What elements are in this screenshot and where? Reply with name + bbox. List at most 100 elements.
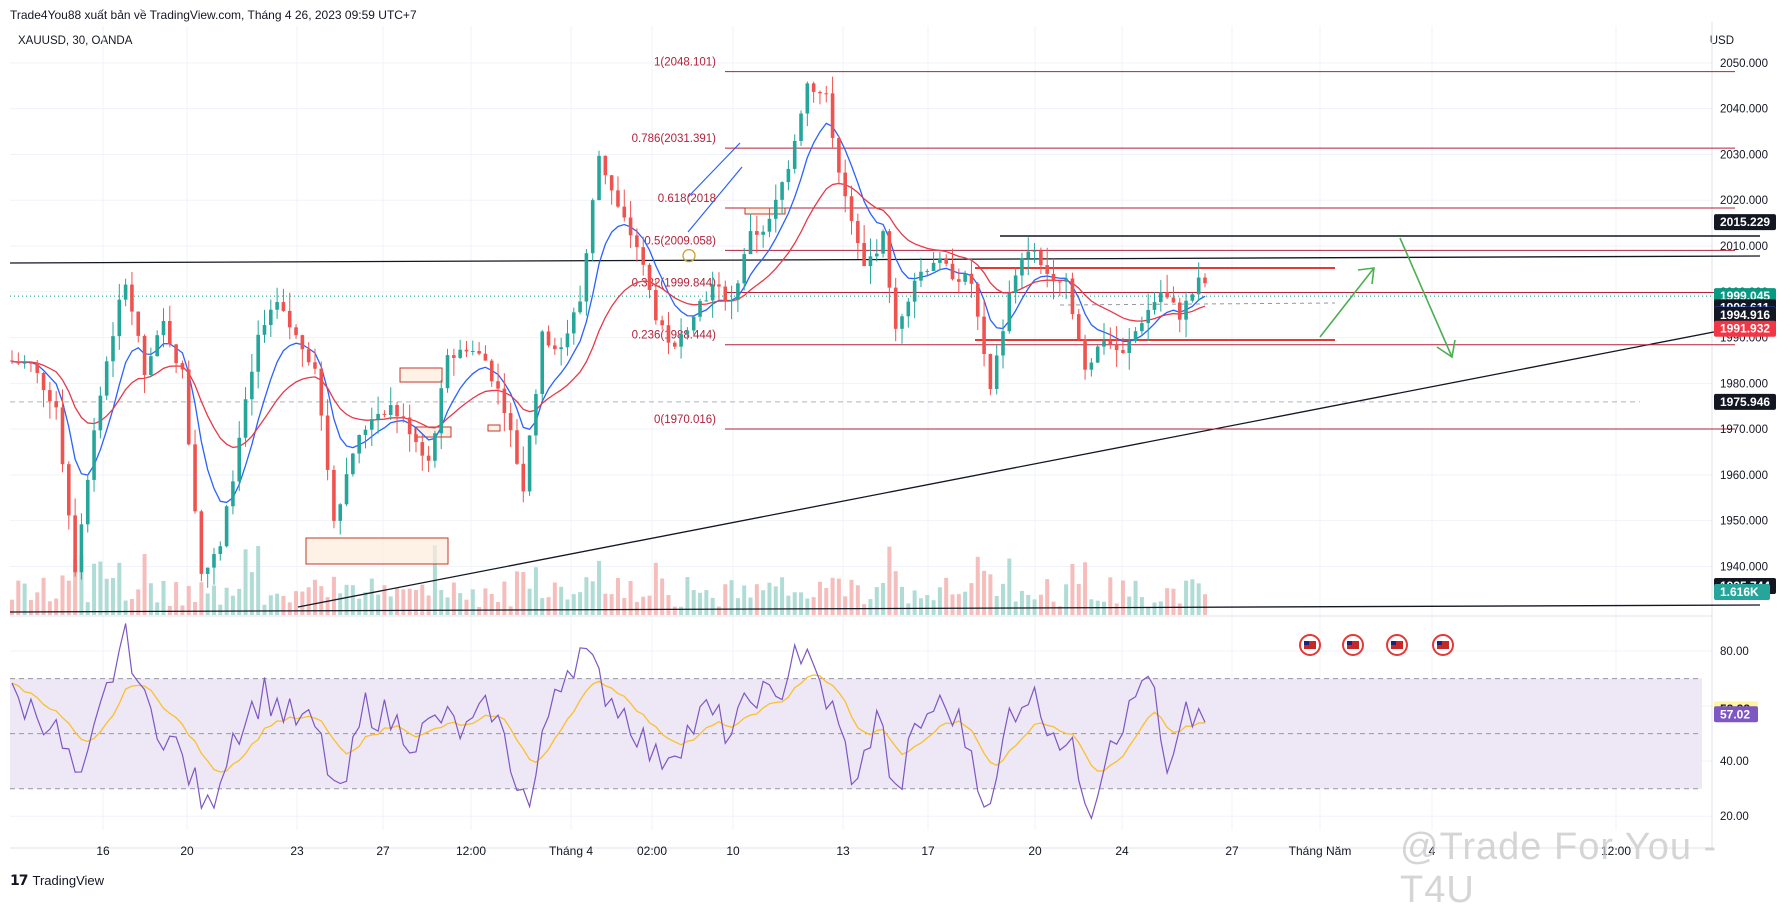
candle-body <box>464 349 469 352</box>
time-tick-label: 02:00 <box>637 844 667 858</box>
candle-body <box>186 369 191 445</box>
volume-bar <box>1064 584 1069 615</box>
fibonacci-retracement[interactable]: 1(2048.101) 0.786(2031.391) 0.618(2018 0.5(… <box>632 57 1735 430</box>
candle-body <box>679 334 683 347</box>
candle-body <box>508 413 513 431</box>
trendlines[interactable] <box>9 142 1761 613</box>
volume-bar <box>1177 603 1182 615</box>
volume-bar <box>230 595 235 615</box>
volume-bar <box>41 577 46 615</box>
volume-bar <box>975 556 980 615</box>
candle-body <box>401 416 406 418</box>
candle-body <box>729 299 734 302</box>
candle-body <box>856 220 860 243</box>
volume-bar <box>874 587 879 615</box>
candle-body <box>439 388 444 434</box>
supply-zone-box[interactable] <box>487 424 501 432</box>
candle-body <box>818 91 822 94</box>
candle-body <box>174 344 178 364</box>
candle-body <box>635 235 639 248</box>
volume-bar <box>672 606 677 615</box>
candle-body <box>502 388 507 414</box>
candle-body <box>161 320 166 336</box>
channel-line[interactable] <box>687 142 741 198</box>
volume-bar <box>862 604 867 615</box>
volume-bar <box>679 606 684 615</box>
fib-level-label: 0.5(2009.058) <box>644 235 716 247</box>
candle-body <box>773 199 778 219</box>
volume-bar <box>546 597 551 615</box>
candle-body <box>388 405 393 415</box>
price-level-label: 1994.916 <box>1720 308 1770 322</box>
volume-bar <box>597 560 602 615</box>
volume-bar <box>477 606 482 615</box>
candle-body <box>748 231 753 255</box>
resistance-line[interactable] <box>9 255 1761 264</box>
volume-bars <box>10 545 1207 615</box>
ascending-trendline[interactable] <box>297 322 1761 608</box>
volume-bar <box>900 586 905 615</box>
candle-body <box>1159 292 1163 303</box>
fib-level-label: 0.236(1988.444) <box>632 330 717 342</box>
fib-level-label: 0.786(2031.391) <box>632 133 717 145</box>
candle-body <box>313 362 317 369</box>
candle-body <box>1095 346 1100 363</box>
arrow-down[interactable] <box>1399 237 1453 358</box>
candle-body <box>868 256 873 267</box>
candle-body <box>830 93 835 138</box>
candle-body <box>1127 341 1132 353</box>
candle-body <box>29 362 33 364</box>
candle-body <box>1102 340 1106 347</box>
candle-body <box>925 271 930 273</box>
candle-body <box>982 316 986 354</box>
volume-bar <box>912 590 917 615</box>
supply-zone-box[interactable] <box>399 367 443 383</box>
projection-arrows[interactable] <box>1319 237 1456 359</box>
price-chart[interactable]: 1(2048.101) 0.786(2031.391) 0.618(2018 0.5(… <box>0 0 1790 901</box>
price-level-label: 1975.946 <box>1720 395 1770 409</box>
candle-body <box>275 302 279 310</box>
candle-body <box>1001 331 1005 356</box>
volume-bar <box>388 596 393 615</box>
volume-bar <box>799 592 804 615</box>
volume-bar <box>16 580 21 615</box>
candle-body <box>433 433 437 461</box>
volume-bar <box>1127 596 1132 615</box>
volume-bar <box>925 595 930 615</box>
candle-body <box>123 284 128 300</box>
candle-body <box>578 301 582 313</box>
time-tick-label: 27 <box>1225 844 1239 858</box>
volume-bar <box>167 605 172 615</box>
arrow-up[interactable] <box>1319 267 1375 338</box>
volume-bar <box>1007 558 1012 615</box>
candle-body <box>351 453 355 475</box>
candle-body <box>262 325 267 335</box>
volume-bar <box>1171 588 1176 615</box>
volume-bar <box>312 579 317 615</box>
demand-zone-box[interactable] <box>305 537 449 565</box>
candle-body <box>256 334 260 372</box>
candle-body <box>912 280 917 302</box>
candle-body <box>597 155 601 201</box>
tradingview-logo-icon: 𝟭𝟳 <box>10 872 29 888</box>
rsi-value-label: 57.02 <box>1720 707 1750 721</box>
candle-body <box>319 368 324 416</box>
volume-bar <box>653 562 658 615</box>
tradingview-footer[interactable]: 𝟭𝟳 TradingView <box>10 872 104 889</box>
supply-zone-box[interactable] <box>744 207 786 215</box>
volume-bar <box>609 594 614 615</box>
price-axis[interactable]: 1940.000 1950.000 1960.000 1970.000 1980.000… <box>1714 58 1776 823</box>
volume-bar <box>963 591 968 615</box>
candle-body <box>1064 278 1068 282</box>
volume-bar <box>918 598 923 615</box>
candle-body <box>67 464 71 516</box>
dashed-level[interactable] <box>1059 302 1336 306</box>
volume-bar <box>710 597 715 615</box>
watermark: @Trade For You - T4U <box>1400 826 1718 911</box>
candle-body <box>660 320 664 326</box>
event-flags[interactable] <box>1299 634 1454 656</box>
candle-body <box>1026 251 1031 259</box>
volume-bar <box>836 578 841 615</box>
volume-bar <box>331 576 336 615</box>
candle-body <box>1171 297 1176 303</box>
